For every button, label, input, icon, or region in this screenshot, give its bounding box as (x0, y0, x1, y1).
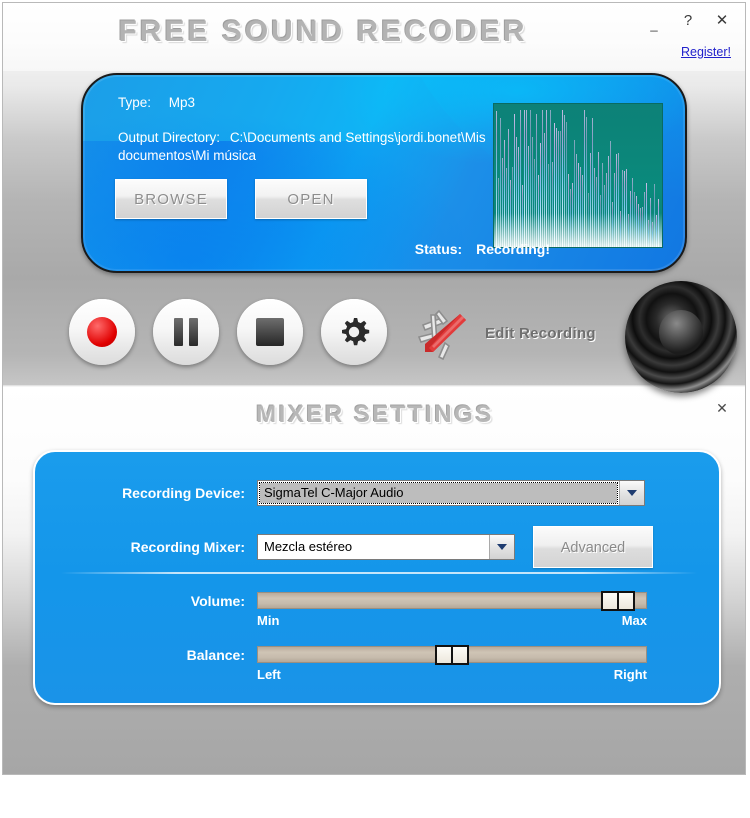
file-type-row: Type: Mp3 (118, 95, 195, 110)
window-frame: FREE SOUND RECODER _ ? ✕ Register! Type:… (2, 2, 746, 775)
minimize-icon[interactable]: _ (645, 11, 663, 31)
balance-left-label: Left (257, 667, 281, 682)
recorder-section: FREE SOUND RECODER _ ? ✕ Register! Type:… (3, 3, 745, 393)
record-button[interactable] (69, 299, 135, 365)
register-link[interactable]: Register! (681, 45, 731, 59)
file-action-buttons: BROWSE OPEN (115, 179, 367, 219)
divider (61, 572, 697, 574)
volume-slider-thumb[interactable] (601, 591, 636, 611)
speaker-graphic (625, 281, 737, 393)
mixer-settings-panel: Recording Device: SigmaTel C-Major Audio… (33, 450, 721, 705)
recording-device-value: SigmaTel C-Major Audio (259, 482, 618, 504)
volume-max-label: Max (621, 613, 647, 628)
volume-min-label: Min (257, 613, 280, 628)
stop-button[interactable] (237, 299, 303, 365)
recording-device-row: Recording Device: SigmaTel C-Major Audio (55, 480, 705, 506)
recording-device-label: Recording Device: (122, 485, 245, 501)
settings-button[interactable] (321, 299, 387, 365)
volume-label: Volume: (190, 592, 245, 609)
record-icon (87, 317, 117, 347)
pause-icon (174, 318, 198, 346)
volume-slider[interactable] (257, 591, 647, 611)
recording-mixer-label: Recording Mixer: (130, 539, 245, 555)
file-type-value: Mp3 (168, 95, 196, 110)
chevron-down-icon[interactable] (489, 535, 514, 559)
chevron-down-icon[interactable] (619, 481, 644, 505)
mixer-close-icon[interactable]: ✕ (713, 399, 731, 417)
volume-control: Volume: Min Max (55, 591, 705, 628)
balance-right-label: Right (613, 667, 647, 682)
browse-button[interactable]: BROWSE (115, 179, 227, 219)
advanced-button[interactable]: Advanced (533, 526, 653, 568)
help-icon[interactable]: ? (679, 11, 697, 31)
recording-device-select[interactable]: SigmaTel C-Major Audio (257, 480, 645, 506)
recording-mixer-row: Recording Mixer: Mezcla estéreo Advanced (55, 526, 705, 568)
mixer-title: MIXER SETTINGS (256, 401, 494, 428)
status-label: Status: (414, 241, 463, 257)
swiss-knife-icon (409, 303, 475, 363)
close-icon[interactable]: ✕ (713, 11, 731, 31)
output-directory-row: Output Directory: C:\Documents and Setti… (118, 129, 538, 165)
balance-control: Balance: Left Right (55, 645, 705, 682)
balance-slider[interactable] (257, 645, 647, 665)
output-directory-label: Output Directory: (118, 130, 221, 145)
recorder-info-panel: Type: Mp3 Output Directory: C:\Documents… (81, 73, 687, 273)
edit-recording-label: Edit Recording (485, 324, 596, 342)
file-type-label: Type: (118, 95, 152, 110)
status-value: Recording! (476, 241, 550, 257)
spectrum-visualizer (493, 103, 663, 248)
edit-recording-button[interactable]: Edit Recording (409, 303, 596, 363)
gear-icon (337, 315, 371, 349)
recording-mixer-select[interactable]: Mezcla estéreo (257, 534, 515, 560)
status-badge: Status: Recording! (415, 241, 550, 257)
open-button[interactable]: OPEN (255, 179, 367, 219)
transport-controls (69, 299, 387, 365)
page-title: FREE SOUND RECODER (118, 15, 528, 48)
recording-mixer-value: Mezcla estéreo (264, 539, 353, 554)
window-controls: _ ? ✕ (645, 11, 731, 31)
stop-icon (256, 318, 284, 346)
balance-slider-thumb[interactable] (435, 645, 469, 665)
pause-button[interactable] (153, 299, 219, 365)
balance-label: Balance: (186, 646, 245, 663)
application-window: FREE SOUND RECODER _ ? ✕ Register! Type:… (0, 0, 750, 818)
